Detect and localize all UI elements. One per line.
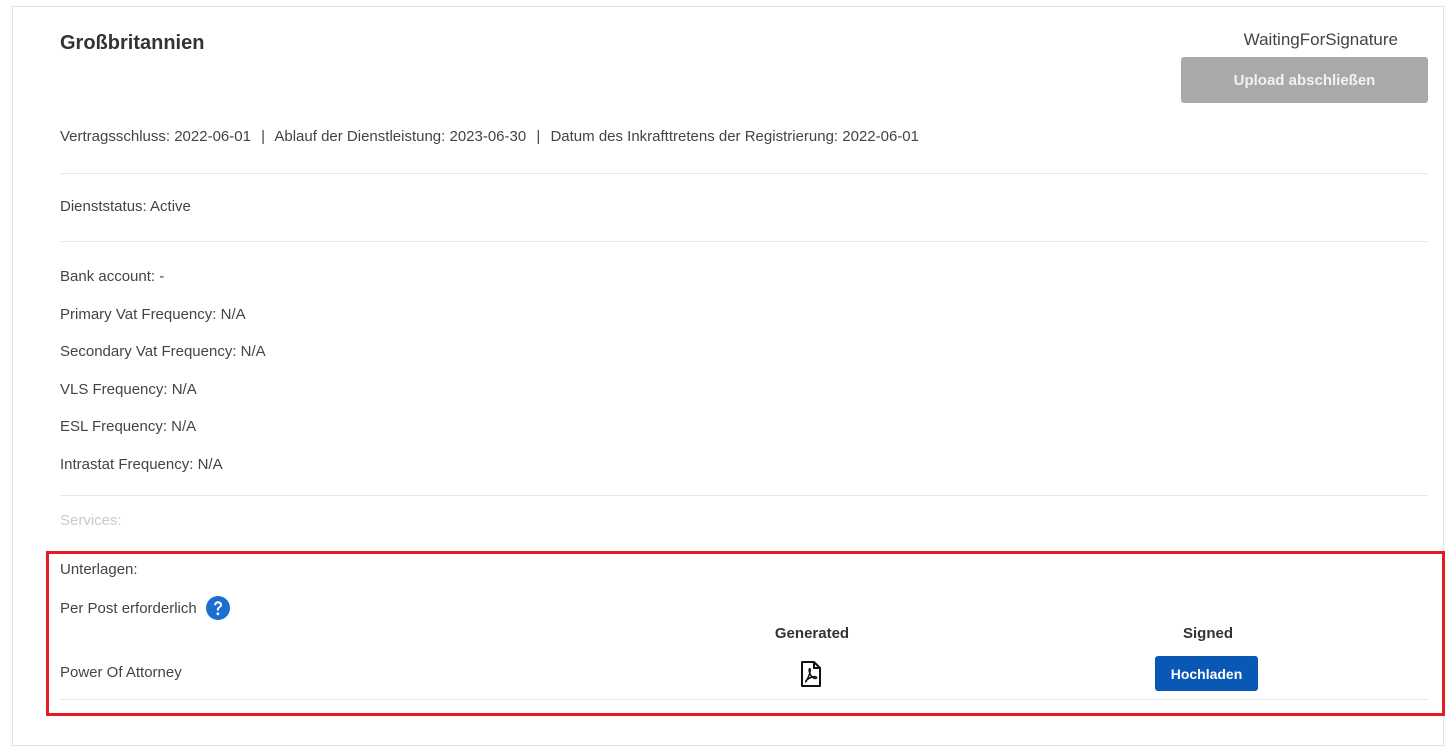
separator: | bbox=[536, 128, 541, 145]
esl-frequency: ESL Frequency: N/A bbox=[60, 418, 197, 435]
service-expiry-date: Ablauf der Dienstleistung: 2023-06-30 bbox=[274, 128, 527, 145]
divider bbox=[60, 173, 1428, 174]
divider bbox=[60, 699, 1428, 700]
post-required: Per Post erforderlich bbox=[60, 595, 231, 621]
divider bbox=[60, 241, 1428, 242]
bank-account: Bank account: - bbox=[60, 268, 165, 285]
intrastat-frequency: Intrastat Frequency: N/A bbox=[60, 455, 223, 473]
vls-frequency: VLS Frequency: N/A bbox=[60, 380, 197, 398]
primary-vat-frequency: Primary Vat Frequency: N/A bbox=[60, 305, 246, 323]
secondary-vat-frequency: Secondary Vat Frequency: N/A bbox=[60, 343, 266, 360]
divider bbox=[60, 495, 1428, 496]
registration-effective-date: Datum des Inkrafttretens der Registrieru… bbox=[550, 128, 919, 145]
upload-signed-button[interactable]: Hochladen bbox=[1155, 656, 1258, 691]
details-list: Bank account: - Primary Vat Frequency: N… bbox=[60, 267, 266, 492]
documents-label: Unterlagen: bbox=[60, 561, 138, 578]
question-circle-icon[interactable] bbox=[205, 595, 231, 621]
post-required-label: Per Post erforderlich bbox=[60, 599, 197, 617]
status-label: WaitingForSignature bbox=[1243, 30, 1398, 49]
contract-dates: Vertragsschluss: 2022-06-01 | Ablauf der… bbox=[60, 128, 919, 145]
services-label: Services: bbox=[60, 512, 122, 529]
separator: | bbox=[261, 128, 266, 145]
service-status: Dienststatus: Active bbox=[60, 198, 191, 215]
contract-conclusion-date: Vertragsschluss: 2022-06-01 bbox=[60, 128, 251, 145]
column-header-generated: Generated bbox=[774, 625, 850, 642]
upload-finish-button[interactable]: Upload abschließen bbox=[1181, 57, 1428, 103]
document-name: Power Of Attorney bbox=[60, 664, 182, 681]
pdf-file-icon[interactable] bbox=[799, 660, 823, 688]
column-header-signed: Signed bbox=[1182, 625, 1233, 642]
country-title: Großbritannien bbox=[60, 32, 205, 54]
